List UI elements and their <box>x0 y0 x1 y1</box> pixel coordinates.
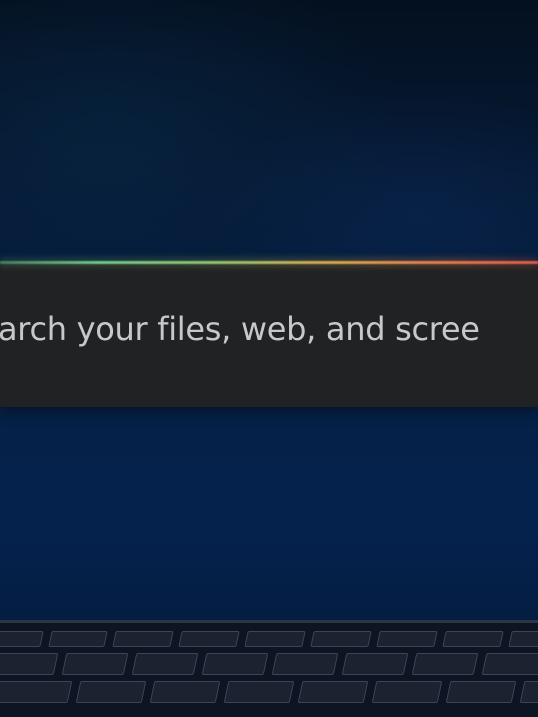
keyboard-key <box>61 653 129 675</box>
keyboard-key <box>341 653 409 675</box>
keyboard-key <box>376 631 438 647</box>
keyboard-key <box>508 631 538 647</box>
keyboard-key <box>244 631 306 647</box>
keyboard-key <box>178 631 240 647</box>
launcher-glow-line <box>0 261 538 264</box>
keyboard-key <box>131 653 199 675</box>
keyboard-key <box>481 653 538 675</box>
laptop-keyboard <box>0 620 538 717</box>
search-input-placeholder[interactable]: arch your files, web, and scree <box>0 309 480 349</box>
keyboard-key <box>223 681 295 703</box>
keyboard-key <box>48 631 108 647</box>
keyboard-key <box>371 681 443 703</box>
launcher-search-bar[interactable]: arch your files, web, and scree <box>0 257 538 407</box>
keyboard-key <box>0 653 59 675</box>
keyboard-key <box>0 681 73 703</box>
keyboard-key <box>0 631 44 647</box>
keyboard-key <box>201 653 269 675</box>
desktop-wallpaper: arch your files, web, and scree <box>0 0 538 717</box>
keyboard-key <box>112 631 174 647</box>
keyboard-key <box>149 681 221 703</box>
keyboard-key <box>297 681 369 703</box>
wallpaper-gradient <box>0 430 538 630</box>
keyboard-key <box>75 681 147 703</box>
keyboard-key <box>442 631 504 647</box>
keyboard-key <box>519 681 538 703</box>
keyboard-key <box>445 681 517 703</box>
keyboard-key <box>411 653 479 675</box>
keyboard-key <box>310 631 372 647</box>
keyboard-key <box>271 653 339 675</box>
